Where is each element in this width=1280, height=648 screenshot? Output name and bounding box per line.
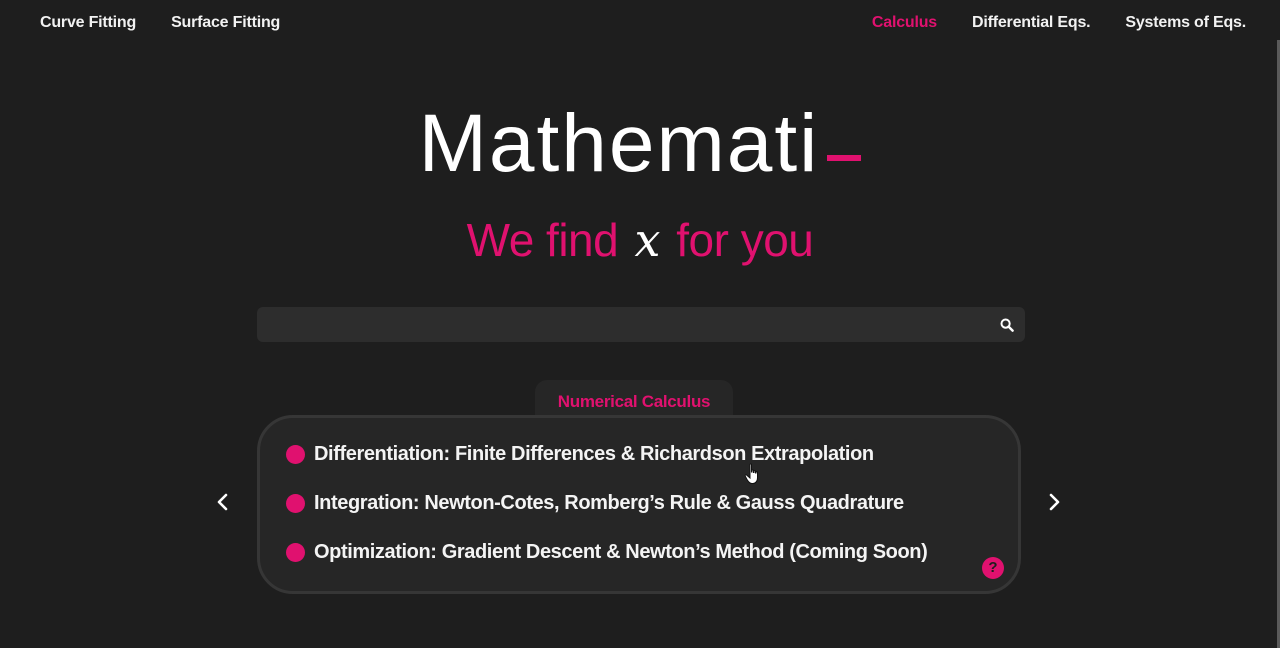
tagline-variable: x — [634, 213, 661, 267]
typing-cursor — [827, 155, 862, 161]
tagline-before: We find — [466, 214, 619, 266]
list-item-label: Differentiation: Finite Differences & Ri… — [314, 443, 874, 465]
search-bar — [257, 307, 1025, 342]
list-item-optimization[interactable]: Optimization: Gradient Descent & Newton’… — [286, 541, 928, 564]
help-button[interactable]: ? — [982, 557, 1004, 579]
chevron-right-icon[interactable] — [1044, 492, 1064, 512]
site-logo-title: Mathemati — [418, 98, 820, 189]
tagline: We find x for you — [0, 212, 1280, 268]
tagline-after: for you — [676, 214, 814, 266]
nav-link-curve-fitting[interactable]: Curve Fitting — [40, 13, 136, 33]
nav-link-calculus[interactable]: Calculus — [872, 13, 937, 33]
bullet-dot — [286, 445, 305, 464]
bullet-dot — [286, 494, 305, 513]
topic-card: Differentiation: Finite Differences & Ri… — [257, 415, 1021, 594]
nav-left: Curve Fitting Surface Fitting — [40, 13, 280, 33]
list-item-label: Optimization: Gradient Descent & Newton’… — [314, 541, 928, 563]
nav-right: Calculus Differential Eqs. Systems of Eq… — [872, 13, 1246, 33]
page: Curve Fitting Surface Fitting Calculus D… — [0, 0, 1280, 648]
hand-pointer-icon — [744, 463, 758, 484]
list-item-differentiation[interactable]: Differentiation: Finite Differences & Ri… — [286, 443, 874, 466]
search-input[interactable] — [257, 307, 1025, 342]
list-item-integration[interactable]: Integration: Newton-Cotes, Romberg’s Rul… — [286, 492, 904, 515]
bullet-dot — [286, 543, 305, 562]
nav-link-surface-fitting[interactable]: Surface Fitting — [171, 13, 280, 33]
nav-link-differential-eqs[interactable]: Differential Eqs. — [972, 13, 1091, 33]
list-item-label: Integration: Newton-Cotes, Romberg’s Rul… — [314, 492, 904, 514]
nav-link-systems-of-eqs[interactable]: Systems of Eqs. — [1125, 13, 1246, 33]
hero-title-wrap: Mathemati — [0, 98, 1280, 190]
chevron-left-icon[interactable] — [213, 492, 233, 512]
search-icon[interactable] — [1000, 318, 1014, 332]
